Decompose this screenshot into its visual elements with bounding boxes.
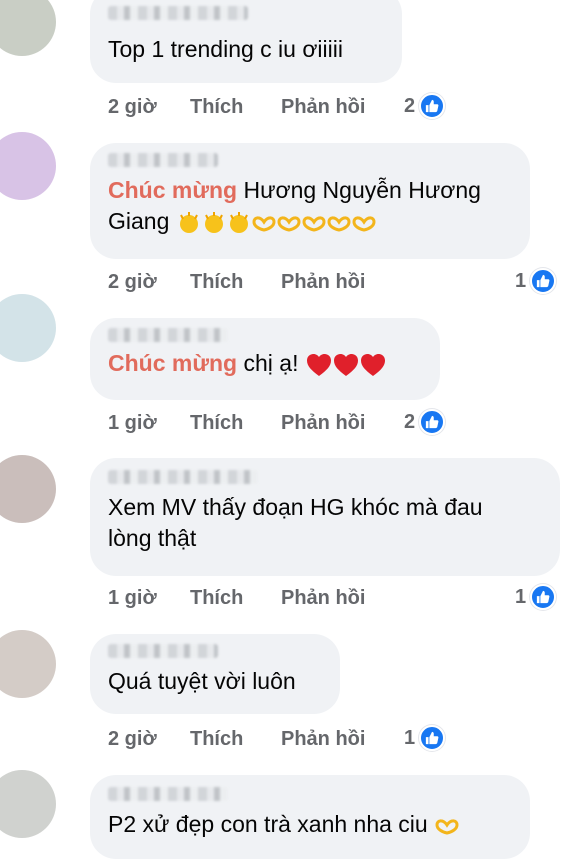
comment-text-line2: Giang: [108, 208, 170, 234]
thumbs-up-icon: [419, 725, 446, 751]
comment-text: Top 1 trending c iu ơiiiii: [108, 36, 343, 62]
thumbs-up-icon: [419, 409, 446, 435]
comment-time[interactable]: 2 giờ: [108, 271, 190, 294]
avatar[interactable]: [0, 455, 56, 523]
heart-hands-icon: [302, 216, 326, 232]
thumbs-up-icon: [530, 268, 557, 294]
like-button[interactable]: Thích: [190, 728, 281, 751]
clapping-hands-icon: [204, 211, 223, 233]
comment-bubble: Quá tuyệt vời luôn: [90, 634, 340, 714]
avatar[interactable]: [0, 294, 56, 362]
comment-text-line1: Hương Nguyễn Hương: [237, 177, 481, 203]
red-heart-icon: [306, 353, 331, 376]
comment-time[interactable]: 2 giờ: [108, 96, 190, 119]
comment-time[interactable]: 1 giờ: [108, 412, 190, 435]
reaction-count: 1: [515, 269, 527, 292]
comment-text: Xem MV thấy đoạn HG khóc mà đau lòng thậ…: [108, 492, 542, 554]
mention-text[interactable]: Chúc mừng: [108, 350, 237, 376]
comment-actions: 1 giờ Thích Phản hồi: [108, 412, 365, 435]
like-button[interactable]: Thích: [190, 587, 281, 610]
red-heart-icon: [360, 353, 385, 376]
comment-time[interactable]: 1 giờ: [108, 587, 190, 610]
clapping-hands-icon: [229, 211, 248, 233]
comment-bubble: Top 1 trending c iu ơiiiii: [90, 0, 402, 83]
comment-text-line1: Xem MV thấy đoạn HG khóc mà đau: [108, 494, 483, 520]
thumbs-up-icon: [530, 584, 557, 610]
like-button[interactable]: Thích: [190, 96, 281, 119]
reaction-summary[interactable]: 2: [404, 93, 446, 119]
red-heart-icon: [333, 353, 358, 376]
reply-button[interactable]: Phản hồi: [281, 271, 365, 294]
avatar[interactable]: [0, 0, 56, 56]
comment-time[interactable]: 2 giờ: [108, 728, 190, 751]
reaction-summary[interactable]: 1: [515, 584, 557, 610]
like-button[interactable]: Thích: [190, 271, 281, 294]
thumbs-up-icon: [419, 93, 446, 119]
reaction-summary[interactable]: 2: [404, 409, 446, 435]
heart-hands-icon: [352, 216, 376, 232]
reply-button[interactable]: Phản hồi: [281, 587, 365, 610]
comment-text: Chúc mừng chị ạ!: [108, 348, 422, 379]
commenter-name-blurred[interactable]: [108, 328, 228, 342]
avatar[interactable]: [0, 770, 56, 838]
avatar[interactable]: [0, 630, 56, 698]
like-button[interactable]: Thích: [190, 412, 281, 435]
avatar[interactable]: [0, 132, 56, 200]
heart-hands-icon: [327, 216, 351, 232]
commenter-name-blurred[interactable]: [108, 153, 218, 167]
reaction-summary[interactable]: 1: [515, 268, 557, 294]
heart-hands-icon: [252, 216, 276, 232]
clapping-hands-icon: [179, 211, 198, 233]
reaction-count: 1: [404, 726, 416, 749]
heart-hands-icon: [435, 819, 459, 835]
reply-button[interactable]: Phản hồi: [281, 728, 365, 751]
reaction-summary[interactable]: 1: [404, 725, 446, 751]
reaction-count: 1: [515, 585, 527, 608]
comment-bubble: Chúc mừng chị ạ!: [90, 318, 440, 400]
comment-text: Chúc mừng Hương Nguyễn Hương Giang: [108, 175, 512, 237]
commenter-name-blurred[interactable]: [108, 6, 248, 20]
mention-text[interactable]: Chúc mừng: [108, 177, 237, 203]
reaction-count: 2: [404, 94, 416, 117]
comment-actions: 1 giờ Thích Phản hồi: [108, 587, 365, 610]
comment-text: P2 xử đẹp con trà xanh nha ciu: [108, 809, 512, 840]
comment-actions: 2 giờ Thích Phản hồi: [108, 271, 365, 294]
comment-bubble: Chúc mừng Hương Nguyễn Hương Giang: [90, 143, 530, 259]
comment-text-body: chị ạ!: [237, 350, 305, 376]
comment-text: Quá tuyệt vời luôn: [108, 668, 296, 694]
comment-bubble: P2 xử đẹp con trà xanh nha ciu: [90, 775, 530, 859]
comment-bubble: Xem MV thấy đoạn HG khóc mà đau lòng thậ…: [90, 458, 560, 576]
comment-actions: 2 giờ Thích Phản hồi: [108, 96, 365, 119]
reaction-count: 2: [404, 410, 416, 433]
reply-button[interactable]: Phản hồi: [281, 96, 365, 119]
comment-actions: 2 giờ Thích Phản hồi: [108, 728, 365, 751]
reply-button[interactable]: Phản hồi: [281, 412, 365, 435]
commenter-name-blurred[interactable]: [108, 470, 258, 484]
commenter-name-blurred[interactable]: [108, 644, 218, 658]
comment-text-body: P2 xử đẹp con trà xanh nha ciu: [108, 811, 435, 837]
heart-hands-icon: [277, 216, 301, 232]
comment-text-line2: lòng thật: [108, 525, 197, 551]
commenter-name-blurred[interactable]: [108, 787, 228, 801]
